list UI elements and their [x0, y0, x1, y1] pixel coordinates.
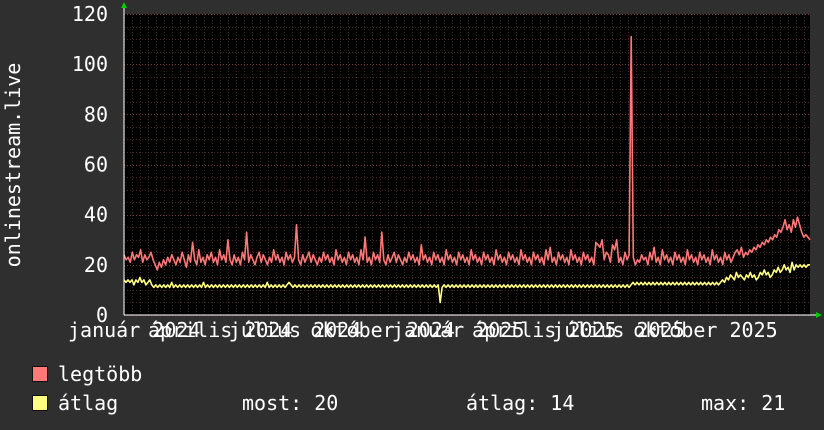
stat-current: most: 20: [242, 391, 339, 415]
y-tick-label: 60: [84, 153, 108, 177]
y-axis-label: onlinestream.live: [1, 63, 25, 268]
y-tick-label: 80: [84, 102, 108, 126]
x-axis-arrow: [816, 312, 822, 318]
stat-maximum: max: 21: [701, 391, 786, 415]
y-tick-label: 120: [72, 2, 108, 26]
y-tick-label: 100: [72, 52, 108, 76]
legend-item-avg: átlag: [32, 391, 118, 415]
legend-label-max: legtöbb: [58, 362, 143, 386]
legend-item-max: legtöbb: [32, 362, 142, 386]
legend-label-avg: átlag: [58, 391, 119, 415]
legend-swatch-avg: [32, 395, 48, 411]
x-tick-label: október 2025: [633, 318, 778, 342]
legend-swatch-max: [32, 366, 48, 382]
y-axis-arrow: [121, 2, 127, 8]
plot-area: [124, 14, 810, 315]
stat-average: átlag: 14: [466, 391, 575, 415]
chart: 020406080100120január 2024április 2024jú…: [1, 2, 822, 342]
y-tick-label: 20: [84, 253, 108, 277]
y-tick-label: 40: [84, 203, 108, 227]
